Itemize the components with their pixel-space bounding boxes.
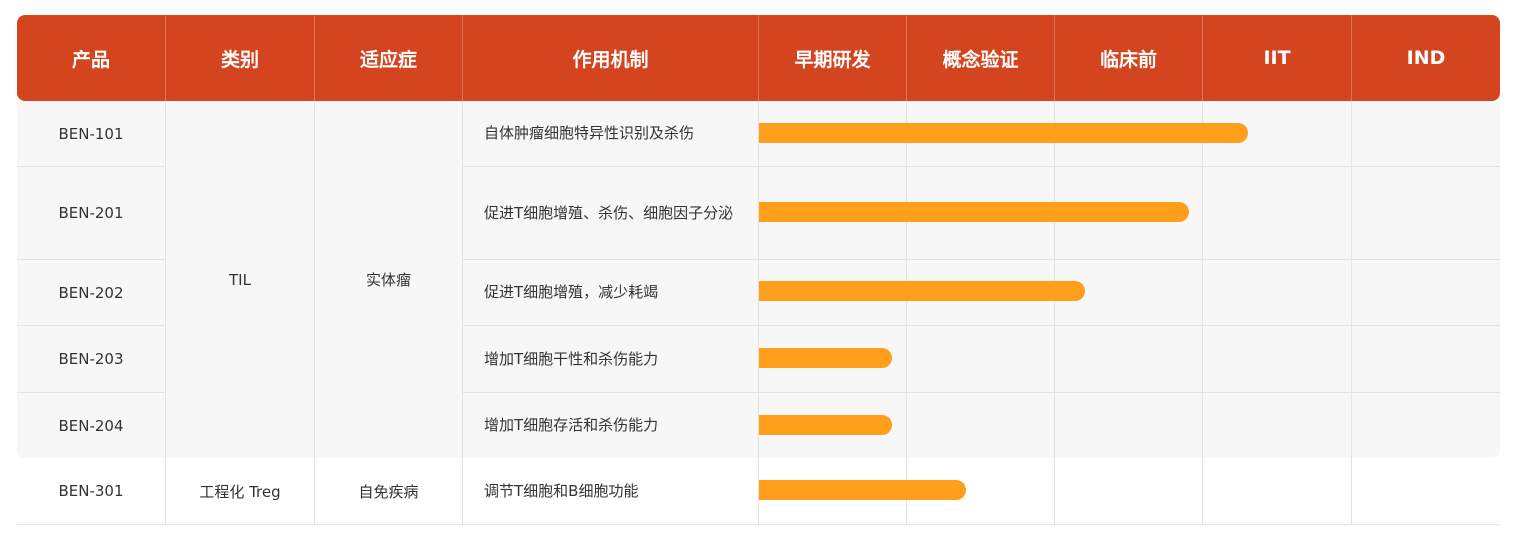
- progress-bar-ben-204: [759, 415, 892, 435]
- table-header: 产品 类别 适应症 作用机制 早期研发 概念验证 临床前 IIT IND: [17, 15, 1500, 101]
- header-preclinical: 临床前: [1055, 15, 1203, 101]
- header-product: 产品: [17, 15, 166, 101]
- mechanism-cell: 促进T细胞增殖、杀伤、细胞因子分泌: [484, 203, 734, 222]
- autoimmune-indication-cell: 自免疾病: [358, 482, 419, 501]
- header-proof-of-concept: 概念验证: [907, 15, 1055, 101]
- product-cell: BEN-204: [58, 416, 124, 435]
- solid-tumor-indication-cell: 实体瘤: [365, 271, 411, 289]
- header-category: 类别: [166, 15, 315, 101]
- header-mechanism: 作用机制: [463, 15, 759, 101]
- progress-bar-ben-203: [759, 348, 892, 368]
- product-cell: BEN-301: [58, 482, 124, 500]
- progress-bar-ben-301: [759, 480, 966, 500]
- grid-line: [17, 524, 1500, 525]
- mechanism-cell: 调节T细胞和B细胞功能: [484, 481, 639, 500]
- progress-bar-ben-101: [759, 123, 1248, 143]
- product-cell: BEN-101: [58, 124, 124, 143]
- grid-line: [1054, 101, 1055, 525]
- grid-line: [1202, 101, 1203, 525]
- mechanism-cell: 增加T细胞干性和杀伤能力: [484, 349, 659, 368]
- mechanism-cell: 促进T细胞增殖，减少耗竭: [484, 283, 659, 301]
- grid-line: [758, 101, 759, 525]
- product-cell: BEN-202: [58, 283, 124, 302]
- grid-line: [906, 101, 907, 525]
- product-cell: BEN-201: [58, 204, 124, 222]
- header-iit: IIT: [1203, 15, 1352, 101]
- header-indication: 适应症: [315, 15, 463, 101]
- progress-bar-ben-201: [759, 202, 1189, 222]
- header-early-research: 早期研发: [759, 15, 907, 101]
- progress-bar-ben-202: [759, 281, 1085, 301]
- grid-line: [1351, 101, 1352, 525]
- pipeline-table: 产品 类别 适应症 作用机制 早期研发 概念验证 临床前 IIT IND TIL…: [17, 15, 1500, 525]
- mechanism-cell: 增加T细胞存活和杀伤能力: [484, 416, 659, 434]
- mechanism-cell: 自体肿瘤细胞特异性识别及杀伤: [484, 124, 695, 142]
- til-category-cell: TIL: [229, 270, 251, 289]
- product-cell: BEN-203: [58, 350, 124, 368]
- treg-category-cell: 工程化 Treg: [199, 482, 281, 501]
- header-ind: IND: [1406, 47, 1446, 69]
